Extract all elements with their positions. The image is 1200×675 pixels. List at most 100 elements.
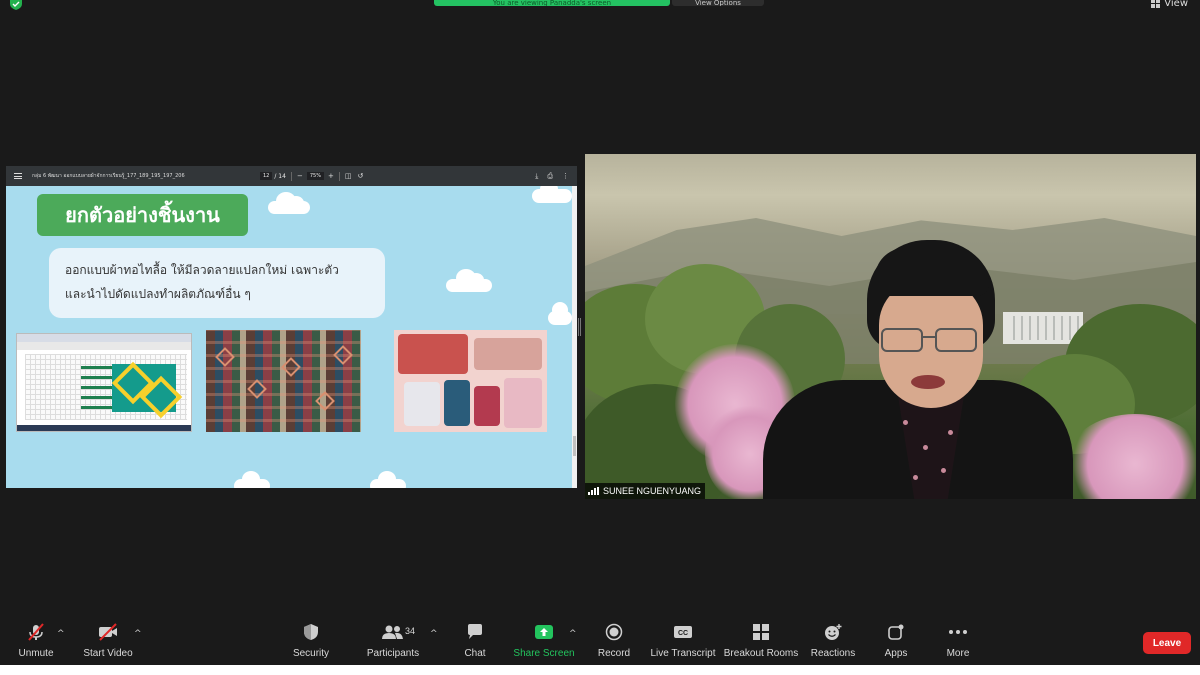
video-options-caret-icon[interactable]: ^ bbox=[134, 629, 142, 639]
pdf-scrollbar[interactable] bbox=[572, 186, 577, 488]
cloud-decoration bbox=[234, 471, 270, 488]
unmute-button[interactable]: Unmute bbox=[18, 621, 54, 665]
print-icon[interactable]: ⎙ bbox=[547, 172, 553, 181]
image-taskbar bbox=[17, 425, 191, 431]
closed-caption-icon: CC bbox=[673, 621, 693, 643]
zoom-meeting-window: You are viewing Panadda's screen View Op… bbox=[0, 0, 1200, 675]
more-dots-icon bbox=[948, 621, 968, 643]
participant-name: SUNEE NGUENYUANG bbox=[603, 486, 702, 496]
glasses-bridge bbox=[923, 336, 937, 338]
security-label: Security bbox=[292, 648, 330, 659]
view-grid-icon bbox=[1151, 0, 1161, 8]
person-mouth bbox=[911, 375, 945, 389]
svg-text:CC: CC bbox=[678, 630, 688, 637]
image-stripe bbox=[81, 406, 113, 409]
cloud-decoration bbox=[532, 186, 572, 203]
live-transcript-button[interactable]: CC Live Transcript bbox=[650, 621, 716, 665]
breakout-rooms-label: Breakout Rooms bbox=[723, 648, 799, 659]
reactions-label: Reactions bbox=[810, 648, 856, 659]
pdf-menu-icon[interactable] bbox=[14, 173, 22, 179]
more-button[interactable]: More bbox=[943, 621, 973, 665]
muted-microphone-icon bbox=[26, 621, 46, 643]
zoom-in-icon[interactable]: + bbox=[328, 172, 334, 180]
fabric-motif bbox=[281, 357, 301, 377]
zoom-out-icon[interactable]: − bbox=[297, 172, 303, 180]
glasses-lens bbox=[881, 328, 923, 352]
participant-person bbox=[763, 240, 1073, 499]
viewing-screen-text: You are viewing Panadda's screen bbox=[492, 0, 612, 6]
share-screen-arrow-icon bbox=[534, 621, 554, 643]
image-title-bar bbox=[17, 334, 191, 342]
share-screen-label: Share Screen bbox=[513, 648, 575, 659]
cloud-decoration bbox=[548, 302, 572, 325]
participants-icon bbox=[380, 621, 406, 643]
share-screen-button[interactable]: Share Screen bbox=[513, 621, 575, 665]
view-options-button[interactable]: View Options bbox=[672, 0, 764, 6]
pdf-separator bbox=[338, 171, 340, 181]
encryption-shield-icon[interactable] bbox=[9, 0, 23, 10]
rotate-icon[interactable]: ↺ bbox=[357, 172, 363, 180]
reaction-smiley-icon bbox=[823, 621, 843, 643]
pdf-actions: ⤓ ⎙ ⋮ bbox=[535, 166, 569, 186]
image-diamond-pattern bbox=[112, 364, 176, 412]
chat-bubble-icon bbox=[466, 621, 484, 643]
pdf-page-indicator: 12 / 14 bbox=[260, 172, 286, 180]
pdf-page-total: / 14 bbox=[274, 172, 286, 180]
pdf-page-input[interactable]: 12 bbox=[260, 172, 273, 180]
pdf-scroll-thumb[interactable] bbox=[573, 436, 576, 456]
blouse-dot bbox=[923, 445, 928, 450]
split-view-handle[interactable] bbox=[578, 318, 581, 336]
slide-line-1: ออกแบบผ้าทอไทลื้อ ให้มีลวดลายแปลกใหม่ เฉ… bbox=[65, 263, 339, 277]
view-button[interactable]: View bbox=[1151, 0, 1188, 9]
slide-line-2: และนำไปดัดแปลงทำผลิตภัณฑ์อื่น ๆ bbox=[65, 287, 251, 301]
fit-page-icon[interactable]: ◫ bbox=[345, 172, 352, 180]
more-options-icon[interactable]: ⋮ bbox=[562, 172, 569, 180]
pdf-separator bbox=[290, 171, 292, 181]
chat-button[interactable]: Chat bbox=[460, 621, 490, 665]
breakout-rooms-button[interactable]: Breakout Rooms bbox=[723, 621, 799, 665]
product-item bbox=[504, 378, 542, 428]
participants-count: 34 bbox=[405, 626, 416, 636]
image-stripe bbox=[81, 366, 113, 369]
start-video-label: Start Video bbox=[83, 648, 133, 659]
product-item bbox=[474, 338, 542, 370]
blouse-dot bbox=[948, 430, 953, 435]
blouse-dot bbox=[903, 420, 908, 425]
chat-label: Chat bbox=[464, 648, 486, 659]
product-item bbox=[398, 334, 468, 374]
cloud-decoration bbox=[370, 471, 406, 488]
cloud-decoration bbox=[446, 269, 492, 292]
pdf-viewer-toolbar: กลุ่ม 6 พัฒนา ออกแบบลายผ้าจักการเรียนรู้… bbox=[6, 166, 577, 186]
share-options-caret-icon[interactable]: ^ bbox=[569, 629, 577, 639]
slide-title: ยกตัวอย่างชิ้นงาน bbox=[37, 194, 248, 236]
fabric-motif bbox=[215, 347, 235, 367]
download-icon[interactable]: ⤓ bbox=[535, 172, 538, 181]
participant-name-tag: SUNEE NGUENYUANG bbox=[585, 483, 706, 499]
security-shield-icon bbox=[302, 621, 320, 643]
person-bangs bbox=[875, 248, 989, 296]
video-off-icon bbox=[97, 621, 119, 643]
leave-button[interactable]: Leave bbox=[1143, 632, 1191, 654]
pdf-zoom-controls: − 75% + bbox=[297, 172, 334, 180]
apps-button[interactable]: Apps bbox=[881, 621, 911, 665]
pdf-filename: กลุ่ม 6 พัฒนา ออกแบบลายผ้าจักการเรียนรู้… bbox=[32, 173, 185, 179]
shared-screen[interactable]: กลุ่ม 6 พัฒนา ออกแบบลายผ้าจักการเรียนรู้… bbox=[6, 166, 577, 488]
blouse-dot bbox=[913, 475, 918, 480]
viewing-screen-banner[interactable]: You are viewing Panadda's screen bbox=[434, 0, 670, 6]
audio-options-caret-icon[interactable]: ^ bbox=[57, 629, 65, 639]
apps-label: Apps bbox=[884, 648, 908, 659]
start-video-button[interactable]: Start Video bbox=[83, 621, 133, 665]
record-button[interactable]: Record bbox=[596, 621, 632, 665]
reactions-button[interactable]: Reactions bbox=[811, 621, 855, 665]
participants-label: Participants bbox=[366, 648, 420, 659]
fabric-motif bbox=[247, 379, 267, 399]
pdf-zoom-value[interactable]: 75% bbox=[306, 172, 324, 180]
woven-fabric-photo bbox=[206, 330, 361, 432]
security-button[interactable]: Security bbox=[291, 621, 331, 665]
more-label: More bbox=[946, 648, 970, 659]
cloud-decoration bbox=[268, 192, 310, 214]
image-stripe bbox=[81, 376, 113, 379]
product-item bbox=[474, 386, 500, 426]
participant-video-tile[interactable]: SUNEE NGUENYUANG bbox=[585, 154, 1196, 499]
participants-options-caret-icon[interactable]: ^ bbox=[430, 629, 438, 639]
